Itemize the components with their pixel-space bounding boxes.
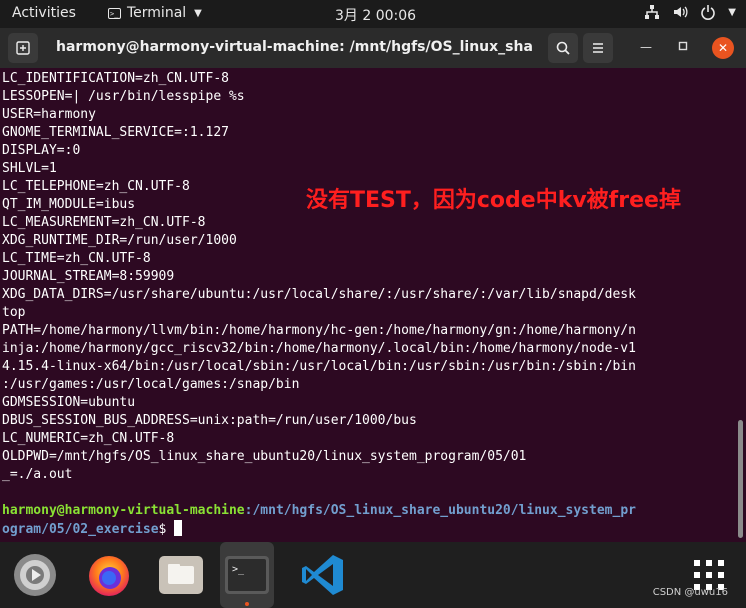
system-menu-caret-icon[interactable]: ▼	[728, 7, 736, 18]
red-annotation: 没有TEST，因为code中kv被free掉	[306, 188, 681, 213]
output-line: LC_NUMERIC=zh_CN.UTF-8	[2, 431, 175, 446]
menu-button[interactable]	[583, 33, 613, 63]
prompt-line: harmony@harmony-virtual-machine:/mnt/hgf…	[2, 502, 746, 520]
window-title: harmony@harmony-virtual-machine: /mnt/hg…	[56, 39, 534, 55]
activities-button[interactable]: Activities	[12, 5, 76, 21]
search-button[interactable]	[548, 33, 578, 63]
svg-text:>_: >_	[232, 564, 245, 575]
vscode-icon	[302, 555, 343, 595]
app-menu[interactable]: >_ Terminal ▼	[108, 5, 202, 21]
volume-icon[interactable]	[672, 4, 688, 20]
files-app-button[interactable]	[154, 548, 208, 602]
clock[interactable]: 3月 2 00:06	[335, 5, 416, 25]
output-line: XDG_DATA_DIRS=/usr/share/ubuntu:/usr/loc…	[2, 287, 636, 302]
hamburger-icon	[593, 43, 603, 53]
caret-down-icon: ▼	[194, 7, 202, 19]
scrollbar[interactable]	[738, 420, 743, 538]
close-button[interactable]: ✕	[712, 37, 734, 59]
prompt-line: ogram/05/02_exercise$	[2, 520, 746, 538]
output-line: inja:/home/harmony/gcc_riscv32/bin:/home…	[2, 341, 636, 356]
dock: >_ CSDN @uwu16	[0, 542, 746, 608]
output-line: USER=harmony	[2, 107, 96, 122]
output-line: LC_IDENTIFICATION=zh_CN.UTF-8	[2, 71, 229, 86]
help-icon	[14, 554, 56, 596]
new-tab-button[interactable]	[8, 33, 38, 63]
output-line: LC_TIME=zh_CN.UTF-8	[2, 251, 151, 266]
output-line: JOURNAL_STREAM=8:59909	[2, 269, 175, 284]
power-icon[interactable]	[700, 4, 716, 20]
output-line: SHLVL=1	[2, 161, 57, 176]
terminal-output[interactable]: LC_IDENTIFICATION=zh_CN.UTF-8 LESSOPEN=|…	[2, 70, 746, 542]
output-line: DISPLAY=:0	[2, 143, 81, 158]
prompt-path: :/mnt/hgfs/OS_linux_share_ubuntu20/linux…	[244, 503, 636, 518]
firefox-icon	[89, 556, 129, 596]
text-cursor	[174, 520, 183, 536]
files-icon	[159, 556, 203, 594]
output-line: LESSOPEN=| /usr/bin/lesspipe %s	[2, 89, 245, 104]
watermark: CSDN @uwu16	[652, 587, 728, 598]
output-line: _=./a.out	[2, 467, 73, 482]
output-line: PATH=/home/harmony/llvm/bin:/home/harmon…	[2, 323, 636, 338]
terminal-app-button[interactable]: >_	[220, 542, 274, 608]
network-icon[interactable]	[644, 4, 660, 20]
app-menu-label: Terminal	[127, 5, 187, 21]
terminal-icon: >_	[225, 556, 269, 594]
maximize-icon[interactable]	[678, 40, 688, 54]
help-app-button[interactable]	[8, 548, 62, 602]
output-line: 4.15.4-linux-x64/bin:/usr/local/sbin:/us…	[2, 359, 636, 374]
running-indicator	[245, 602, 249, 606]
output-line: OLDPWD=/mnt/hgfs/OS_linux_share_ubuntu20…	[2, 449, 527, 464]
output-line: DBUS_SESSION_BUS_ADDRESS=unix:path=/run/…	[2, 413, 417, 428]
output-line: GNOME_TERMINAL_SERVICE=:1.127	[2, 125, 229, 140]
prompt-path: ogram/05/02_exercise	[2, 522, 159, 537]
vscode-app-button[interactable]	[296, 548, 350, 602]
firefox-app-button[interactable]	[82, 548, 136, 602]
search-icon	[556, 41, 570, 55]
minimize-icon[interactable]: —	[640, 40, 652, 54]
top-bar: Activities >_ Terminal ▼ 3月 2 00:06 ▼	[0, 0, 746, 28]
output-line: :/usr/games:/usr/local/games:/snap/bin	[2, 377, 300, 392]
close-icon: ✕	[717, 41, 729, 55]
output-line: top	[2, 305, 26, 320]
system-tray[interactable]: ▼	[644, 4, 736, 20]
output-line: LC_MEASUREMENT=zh_CN.UTF-8	[2, 215, 206, 230]
new-tab-icon	[16, 41, 30, 55]
terminal-small-icon: >_	[108, 7, 121, 19]
prompt-user: harmony@harmony-virtual-machine	[2, 503, 245, 518]
output-line: GDMSESSION=ubuntu	[2, 395, 136, 410]
output-line: XDG_RUNTIME_DIR=/run/user/1000	[2, 233, 237, 248]
terminal-titlebar: harmony@harmony-virtual-machine: /mnt/hg…	[0, 28, 746, 68]
prompt-symbol: $	[158, 522, 175, 537]
